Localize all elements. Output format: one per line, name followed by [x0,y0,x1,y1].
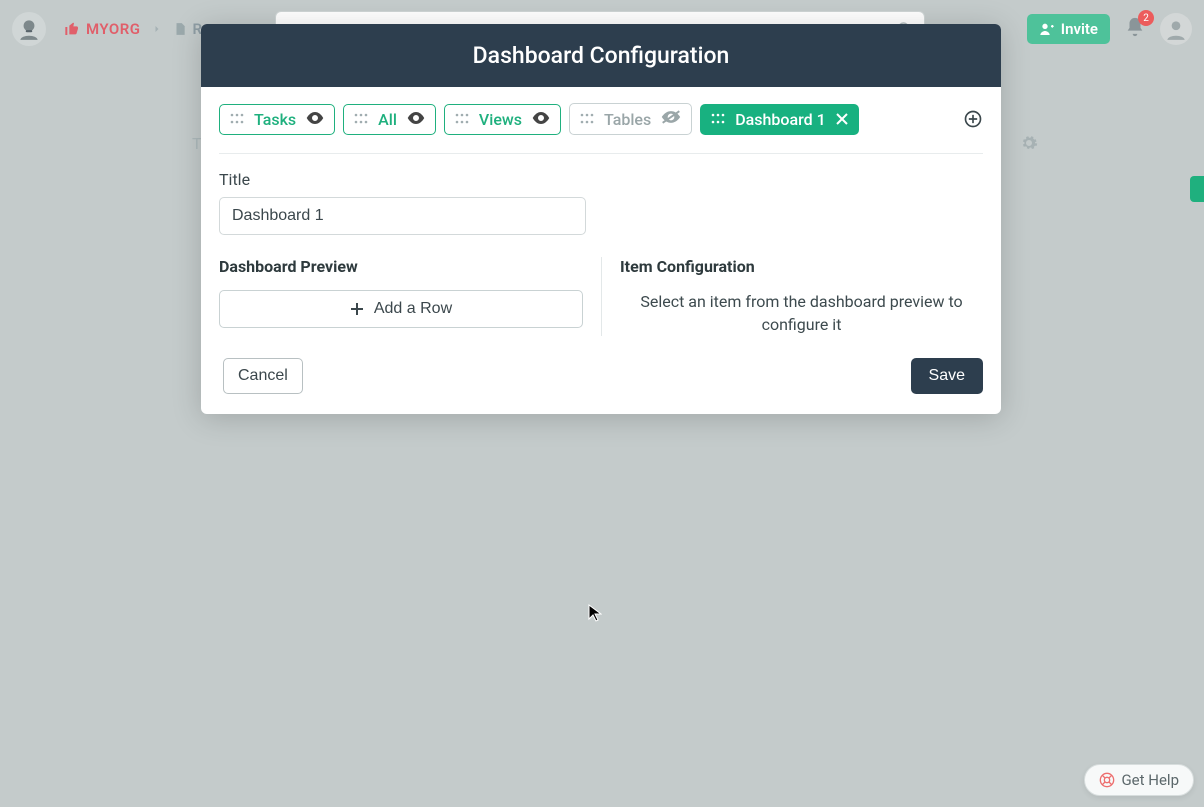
grip-icon [580,112,594,126]
grip-icon [354,112,368,126]
mouse-cursor [588,604,602,626]
tab-list: Tasks All Views Tables [219,103,983,154]
life-ring-icon [1099,772,1115,788]
tab-label: Dashboard 1 [735,110,825,129]
tab-label: All [378,110,397,129]
preview-label: Dashboard Preview [219,257,583,276]
grip-icon [230,112,244,126]
eye-icon [407,110,425,129]
tab-tasks[interactable]: Tasks [219,104,335,135]
tab-dashboard-1[interactable]: Dashboard 1 [700,104,858,135]
tab-label: Tables [604,110,651,129]
eye-icon [306,110,324,129]
grip-icon [711,112,725,126]
add-row-button[interactable]: Add a Row [219,290,583,328]
title-input[interactable] [219,197,586,235]
tab-label: Tasks [254,110,296,129]
save-button[interactable]: Save [911,358,983,394]
get-help-label: Get Help [1121,771,1179,789]
eye-icon [532,110,550,129]
tab-all[interactable]: All [343,104,436,135]
title-label: Title [219,170,983,189]
item-config-label: Item Configuration [620,257,983,276]
tab-label: Views [479,110,522,129]
modal-title: Dashboard Configuration [201,24,1001,87]
tab-views[interactable]: Views [444,104,561,135]
get-help-button[interactable]: Get Help [1084,764,1194,796]
plus-icon [350,302,364,316]
add-row-label: Add a Row [374,300,452,318]
modal-overlay: Dashboard Configuration Tasks All Views [0,0,1204,807]
grip-icon [455,112,469,126]
plus-circle-icon [963,109,983,129]
item-config-help: Select an item from the dashboard previe… [620,290,983,336]
close-icon[interactable] [836,110,848,129]
cancel-button[interactable]: Cancel [223,358,303,394]
tab-tables[interactable]: Tables [569,103,692,135]
dashboard-config-modal: Dashboard Configuration Tasks All Views [201,24,1001,414]
add-tab-button[interactable] [963,109,983,129]
eye-off-icon [661,109,681,129]
